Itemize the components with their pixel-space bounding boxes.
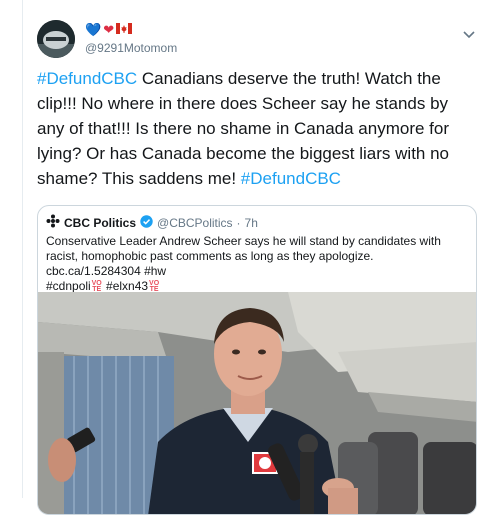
red-heart-emoji: ❤ (103, 22, 115, 37)
author-handle[interactable]: @9291Motomom (85, 41, 177, 55)
verified-badge-icon (140, 214, 153, 231)
quoted-author-name[interactable]: CBC Politics (64, 216, 136, 230)
avatar-image (37, 20, 75, 58)
display-name-emojis[interactable]: 💙 ❤ (85, 22, 133, 37)
hashtag-text[interactable]: #cdnpoli (46, 279, 91, 293)
video-thumbnail[interactable] (38, 292, 476, 514)
quoted-tweet-card[interactable]: CBC Politics @CBCPolitics · 7h Conservat… (37, 205, 477, 515)
tweet-text: #DefundCBC Canadians deserve the truth! … (37, 66, 467, 191)
hashtag-text[interactable]: #elxn43 (106, 279, 148, 293)
blue-heart-emoji: 💙 (85, 22, 102, 37)
avatar[interactable] (37, 20, 75, 58)
hashtag-link[interactable]: #DefundCBC (37, 69, 137, 88)
quoted-author-handle[interactable]: @CBCPolitics (157, 216, 233, 230)
separator-dot: · (236, 215, 241, 230)
hashtag-link[interactable]: #DefundCBC (241, 169, 341, 188)
quoted-body-text: Conservative Leader Andrew Scheer says h… (46, 234, 441, 278)
quoted-tweet-header: CBC Politics @CBCPolitics · 7h (46, 214, 258, 231)
chevron-down-icon[interactable] (462, 26, 476, 39)
canada-flag-emoji (116, 23, 133, 37)
airplane-cabin-photo (38, 292, 476, 514)
tweet: 💙 ❤ @9291Motomom #DefundCBC Canadians de… (22, 0, 490, 515)
quoted-tweet-text: Conservative Leader Andrew Scheer says h… (46, 234, 466, 294)
cbc-logo-icon (46, 214, 60, 231)
quoted-timestamp[interactable]: 7h (245, 216, 258, 230)
